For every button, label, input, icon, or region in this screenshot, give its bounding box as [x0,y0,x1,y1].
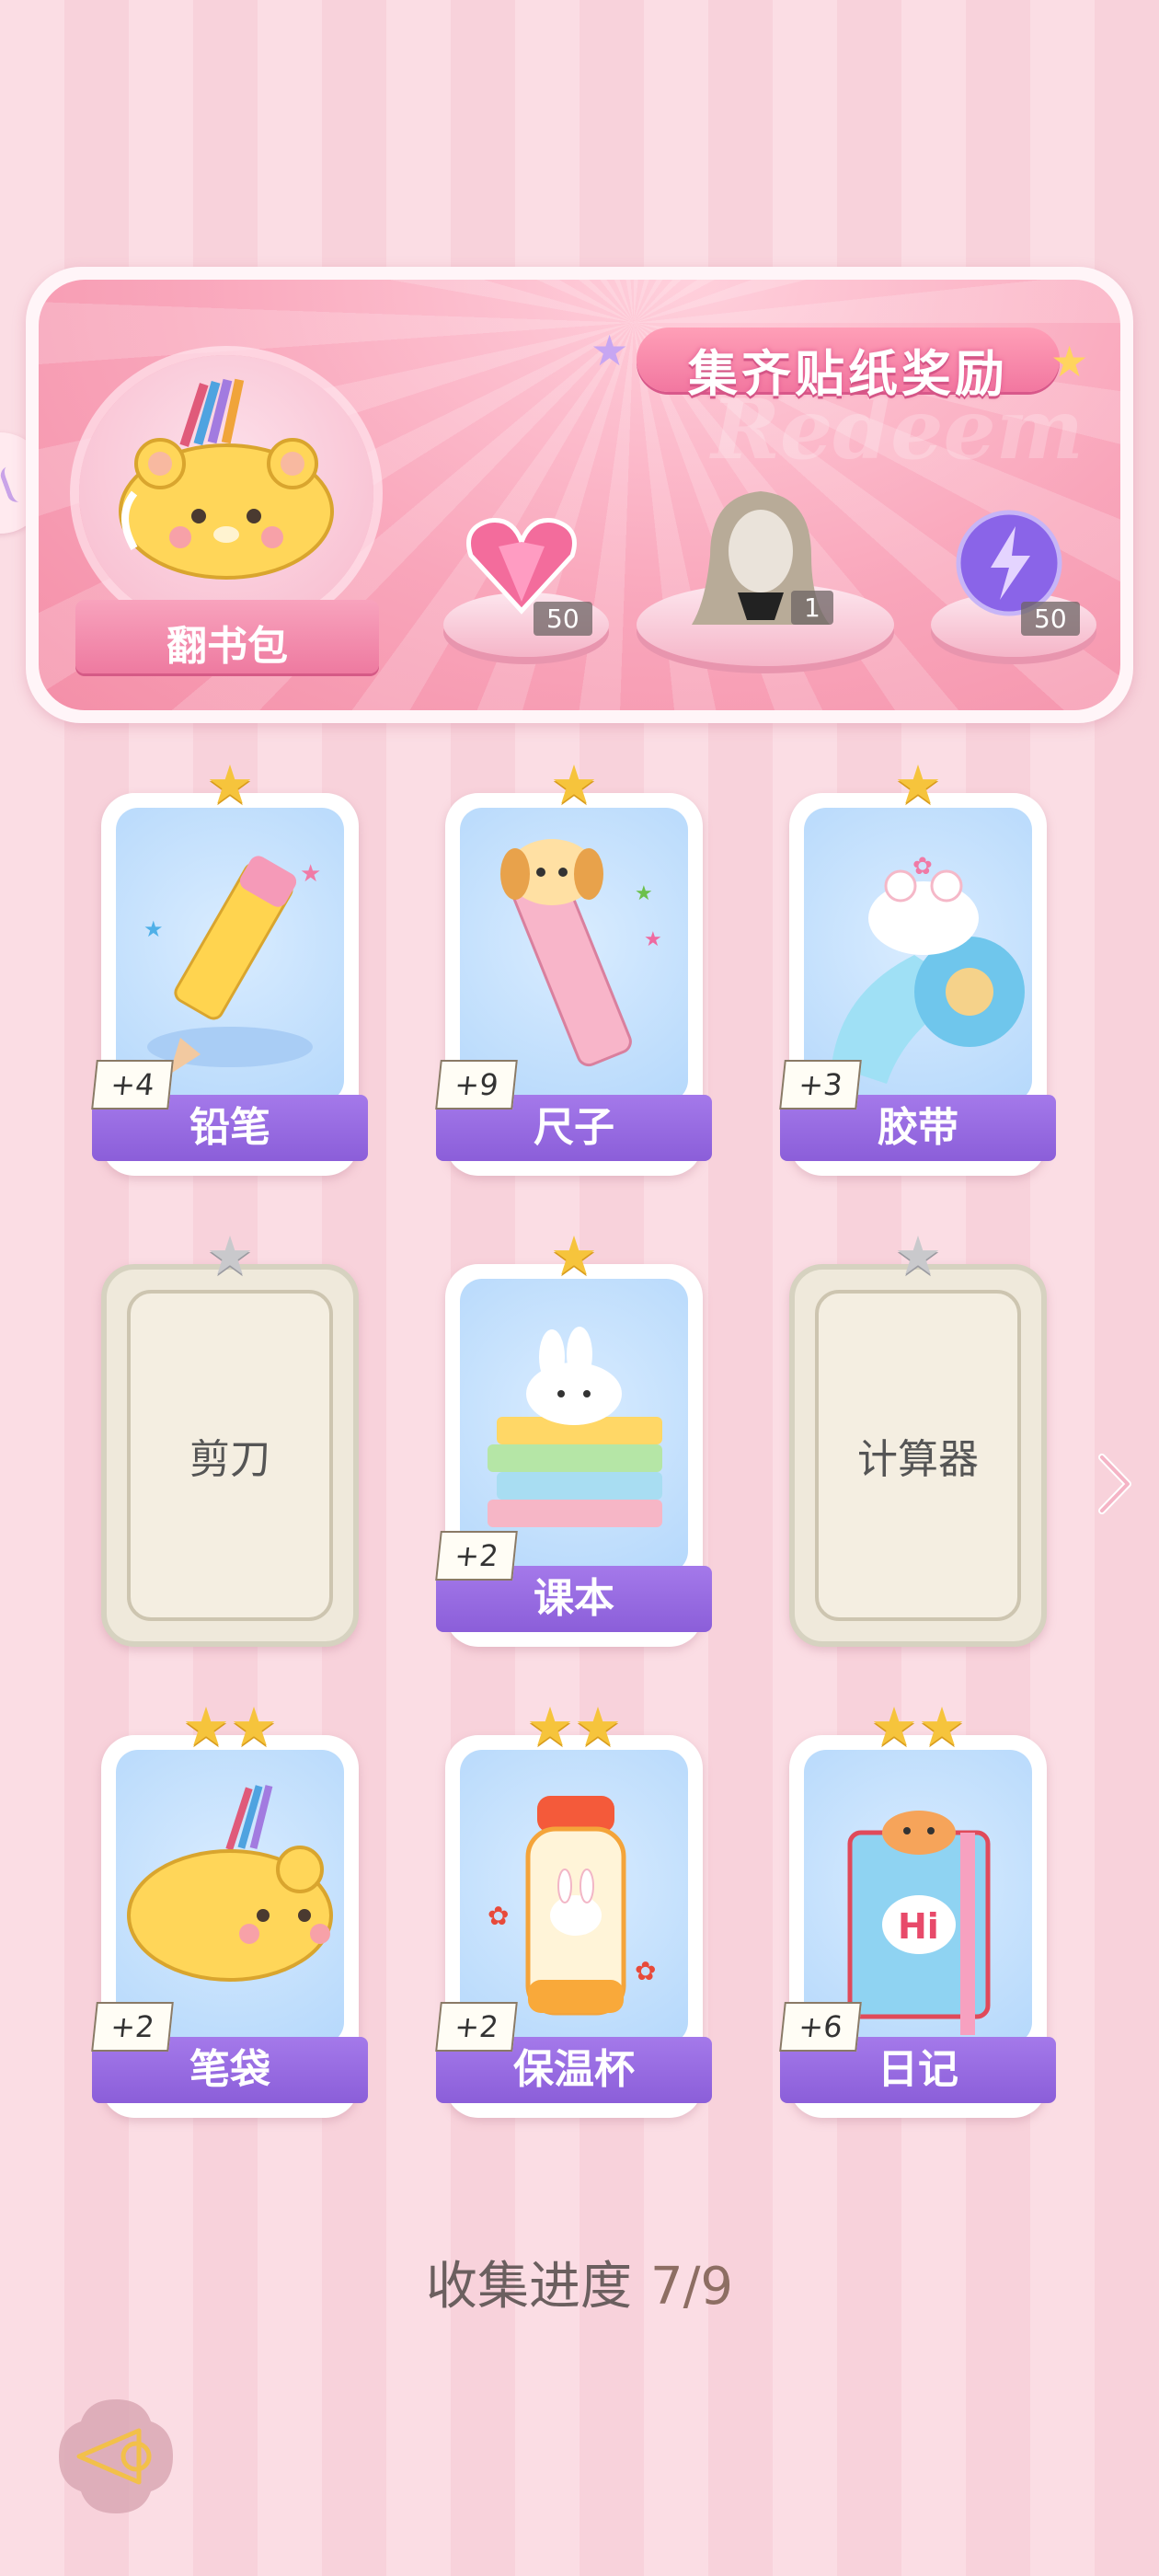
thermos-icon: ✿ ✿ [460,1750,688,2044]
svg-text:✿: ✿ [635,1956,656,1986]
sticker-card[interactable]: ★ 计算器 [780,1225,1056,1656]
back-button[interactable] [52,2392,180,2521]
card-frame: Hi 日记 +6 [779,1735,1056,2118]
star-rating-icon: ★ [550,753,598,816]
yellow-star-icon: ★ [1050,337,1089,386]
card-frame: ✿ 胶带 +3 [779,793,1056,1176]
star-rating-icon: ★ [550,1225,598,1287]
sticker-card[interactable]: ★ 剪刀 [92,1225,368,1656]
star-rating-icon: ★ [206,1225,254,1287]
star-rating-icon: ★★ [870,1696,966,1758]
pencil-icon: ★ ★ [116,808,344,1102]
collection-progress: 收集进度 7/9 [0,2245,1159,2319]
bonus-badge: +2 [91,2002,174,2052]
bonus-badge: +2 [435,2002,518,2052]
svg-text:✿: ✿ [912,853,933,880]
svg-text:✿: ✿ [488,1901,509,1931]
purple-star-icon: ★ [591,326,629,375]
card-frame: ★ ★ 尺子 +9 [435,793,712,1176]
card-frame: 笔袋 +2 [91,1735,368,2118]
sticker-card[interactable]: ★★ Hi 日记 +6 [779,1696,1056,2127]
tape-icon: ✿ [804,808,1032,1102]
bonus-badge: +4 [91,1060,174,1110]
progress-value: 7/9 [649,2257,734,2317]
diary-icon: Hi [804,1750,1032,2044]
star-rating-icon: ★★ [526,1696,622,1758]
pencil-case-icon [116,1750,344,2044]
bonus-badge: +2 [435,1531,518,1581]
sticker-card[interactable]: ★★ ✿ ✿ 保温杯 +2 [435,1696,712,2127]
ruler-icon: ★ ★ [460,808,688,1102]
card-frame: 计算器 [789,1264,1047,1647]
progress-label: 收集进度 [425,2257,632,2317]
sticker-card[interactable]: ★ ★ ★ 铅笔 +4 [91,753,368,1185]
card-frame: 课本 +2 [435,1264,712,1647]
bonus-badge: +3 [779,1060,862,1110]
reward-count: 1 [791,591,833,625]
bear-pencil-case-icon [119,378,334,580]
reward-count: 50 [534,602,592,636]
svg-text:★: ★ [300,860,321,888]
sticker-card[interactable]: ★ ★ ★ 尺子 +9 [435,753,712,1185]
sticker-card[interactable]: ★ 课本 +2 [435,1225,712,1656]
star-rating-icon: ★★ [182,1696,278,1758]
star-rating-icon: ★ [894,753,942,816]
star-rating-icon: ★ [206,753,254,816]
svg-text:★: ★ [143,916,164,942]
svg-text:Hi: Hi [898,1906,939,1947]
card-frame: ★ ★ 铅笔 +4 [91,793,368,1176]
textbook-icon [460,1279,688,1573]
next-page-arrow-icon[interactable] [1096,1452,1133,1516]
pencil-bag-badge [79,355,373,631]
card-frame: ✿ ✿ 保温杯 +2 [435,1735,712,2118]
card-frame: 剪刀 [101,1264,359,1647]
banner-title: 集齐贴纸奖励 ★ ★ [591,326,1089,403]
svg-text:★: ★ [635,882,653,905]
card-label: 剪刀 [189,1436,270,1483]
sticker-card[interactable]: ★ ✿ 胶带 +3 [779,753,1056,1185]
reward-count: 50 [1021,602,1080,636]
bonus-badge: +6 [779,2002,862,2052]
reward-banner: Redeem 集齐贴纸奖励 ★ ★ 翻书包 50 1 50 [26,267,1133,723]
sticker-card[interactable]: ★★ 笔袋 +2 [91,1696,368,2127]
bonus-badge: +9 [435,1060,518,1110]
card-label: 计算器 [857,1436,979,1483]
star-rating-icon: ★ [894,1225,942,1287]
bag-name-bar: 翻书包 [75,600,379,673]
svg-text:★: ★ [644,928,662,951]
